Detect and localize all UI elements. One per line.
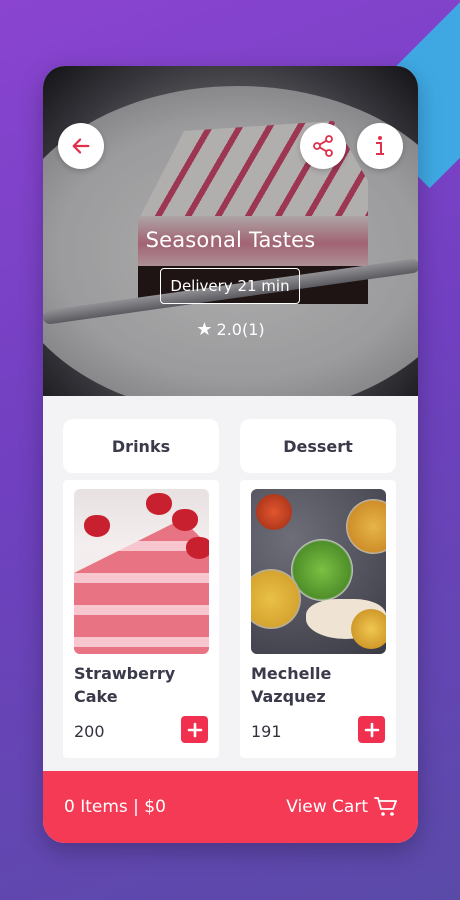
bowl-graphic — [351, 609, 386, 649]
back-button[interactable] — [58, 123, 104, 169]
product-price: 200 — [74, 722, 105, 741]
strawberry-graphic — [146, 493, 172, 515]
curry-dishes-image — [251, 489, 386, 654]
product-card[interactable]: Strawberry Cake 200 — [63, 480, 219, 758]
plus-icon — [187, 722, 202, 737]
share-icon — [313, 135, 333, 157]
strawberry-graphic — [186, 537, 209, 559]
strawberry-cake-image — [74, 489, 209, 654]
product-name: Strawberry Cake — [74, 664, 176, 706]
star-icon: ★ — [196, 319, 213, 340]
bowl-graphic — [256, 494, 292, 530]
delivery-time-badge: Delivery 21 min — [160, 268, 300, 304]
rating: ★ 2.0(1) — [43, 319, 418, 340]
arrow-left-icon — [72, 138, 90, 154]
cart-summary: 0 Items | $0 — [64, 797, 166, 817]
add-to-cart-button[interactable] — [181, 716, 208, 743]
strawberry-graphic — [84, 515, 110, 537]
share-button[interactable] — [300, 123, 346, 169]
cart-icon — [374, 797, 397, 816]
restaurant-title: Seasonal Tastes — [145, 228, 316, 252]
view-cart-label: View Cart — [286, 797, 368, 817]
bowl-graphic — [346, 499, 386, 554]
add-to-cart-button[interactable] — [358, 716, 385, 743]
plus-icon — [364, 722, 379, 737]
product-name: Mechelle Vazquez — [251, 664, 332, 706]
view-cart-button[interactable]: View Cart — [286, 796, 398, 818]
category-drinks[interactable]: Drinks — [63, 419, 219, 473]
category-dessert[interactable]: Dessert — [240, 419, 396, 473]
info-button[interactable] — [357, 123, 403, 169]
info-icon — [376, 136, 384, 155]
cart-bar: 0 Items | $0 View Cart — [43, 771, 418, 843]
rating-value: 2.0(1) — [216, 320, 265, 339]
app-screen: Seasonal Tastes Delivery 21 min ★ 2.0(1) … — [43, 66, 418, 843]
product-price: 191 — [251, 722, 282, 741]
hero-banner: Seasonal Tastes Delivery 21 min ★ 2.0(1) — [43, 66, 418, 396]
strawberry-graphic — [172, 509, 198, 531]
product-card[interactable]: Mechelle Vazquez 191 — [240, 480, 396, 758]
